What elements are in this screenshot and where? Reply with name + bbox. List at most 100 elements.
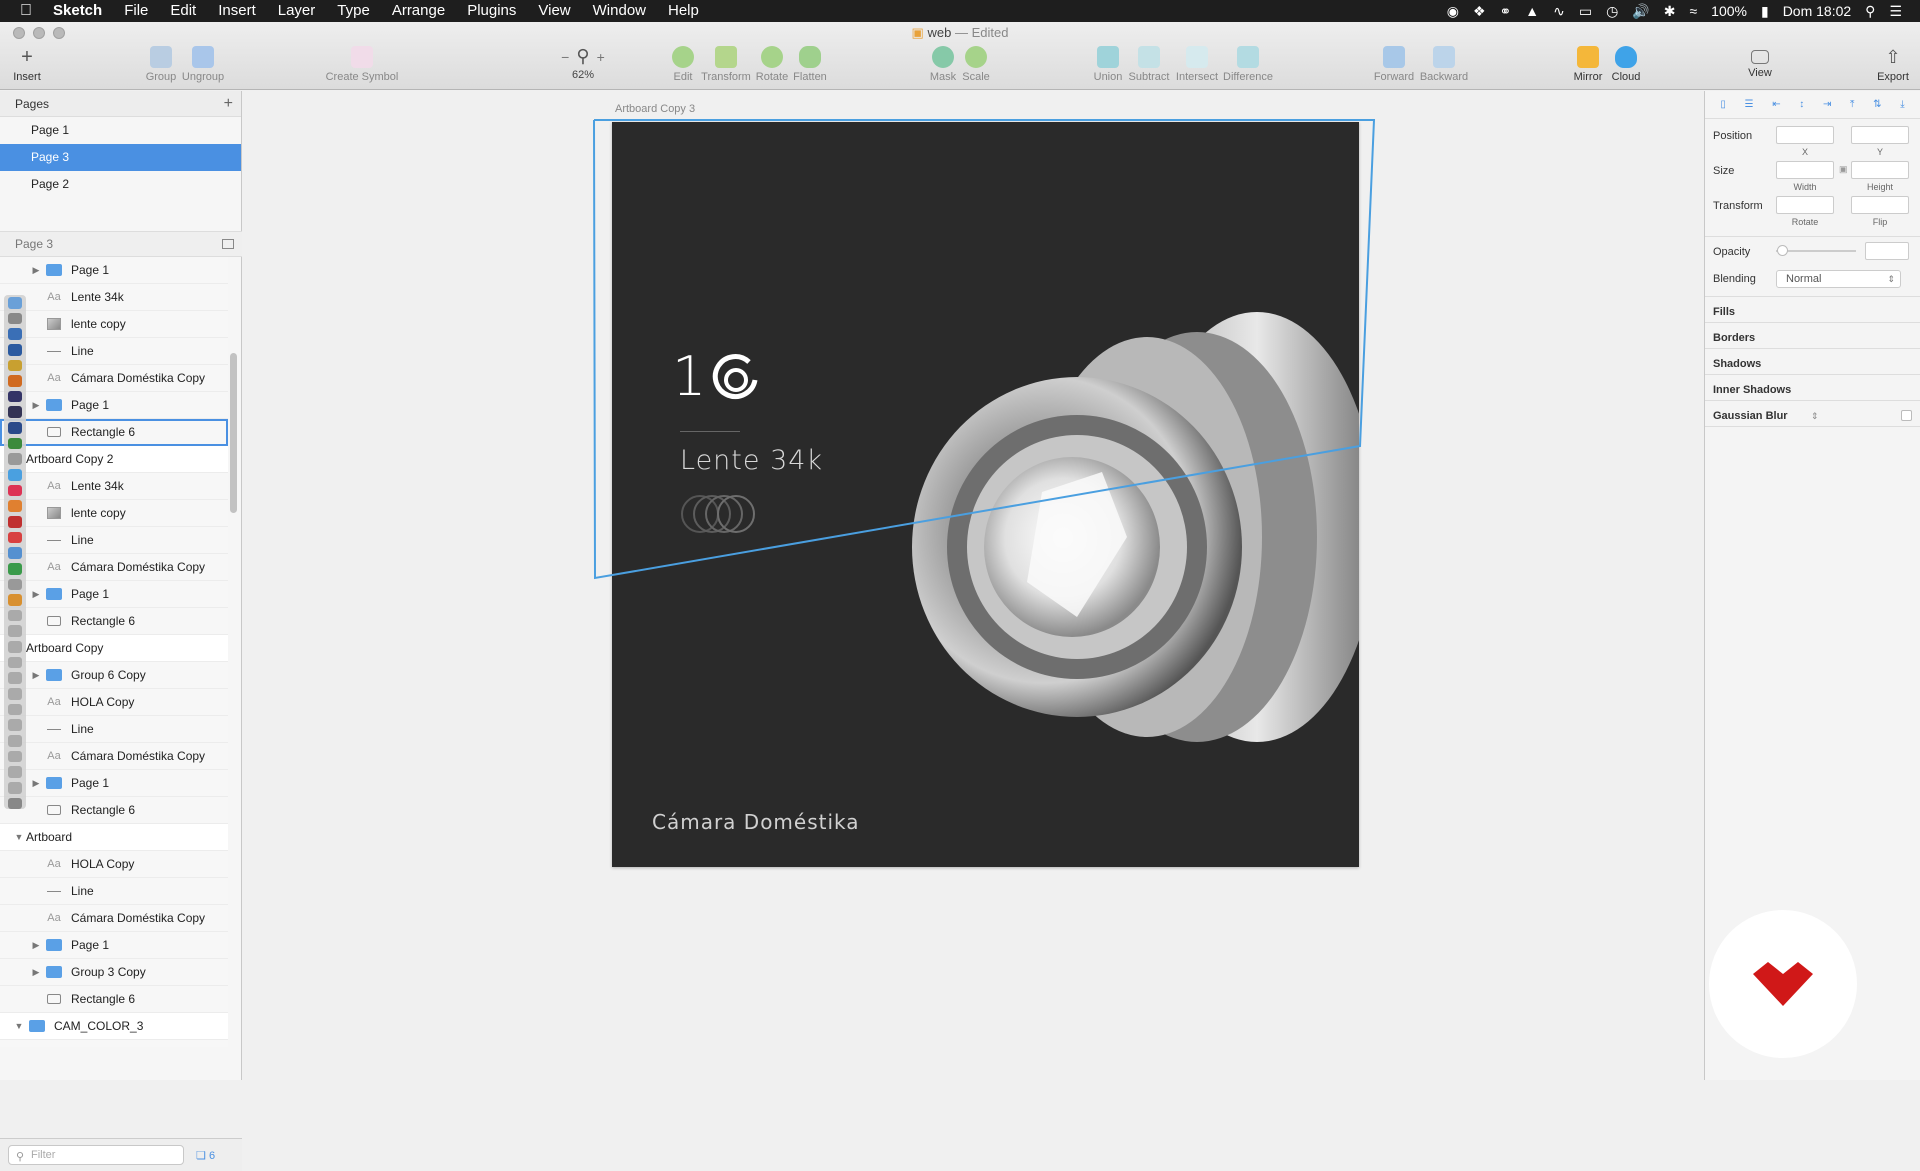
layer-row[interactable]: Rectangle 6 bbox=[0, 797, 228, 824]
page-item-page-3[interactable]: Page 3 bbox=[0, 144, 241, 171]
battery-percent[interactable]: 100% bbox=[1711, 3, 1747, 19]
layer-row[interactable]: AaCámara Doméstika Copy bbox=[0, 365, 228, 392]
gaussian-blur-section[interactable]: Gaussian Blur bbox=[1713, 410, 1788, 422]
bluetooth-icon[interactable]: ✱ bbox=[1664, 3, 1676, 20]
layer-row[interactable]: Rectangle 6 bbox=[0, 419, 228, 446]
dock-app-icon[interactable] bbox=[8, 625, 22, 637]
layer-list-scrollbar[interactable] bbox=[230, 353, 237, 513]
layer-row[interactable]: lente copy bbox=[0, 500, 228, 527]
zoom-in-button[interactable]: + bbox=[597, 49, 605, 65]
align-bottom-icon[interactable]: ⤓ bbox=[1900, 99, 1904, 110]
spotlight-icon[interactable]: ⚲ bbox=[1865, 3, 1875, 20]
wifi-icon[interactable]: ≈ bbox=[1689, 3, 1697, 19]
cloud-button[interactable]: Cloud bbox=[1591, 46, 1661, 83]
scale-button[interactable]: Scale bbox=[941, 46, 1011, 83]
dock-app-icon[interactable] bbox=[8, 594, 22, 606]
dock-app-icon[interactable] bbox=[8, 297, 22, 309]
record-icon[interactable]: ◉ bbox=[1447, 3, 1459, 20]
volume-icon[interactable]: 🔊 bbox=[1632, 3, 1649, 20]
dock-app-icon[interactable] bbox=[8, 782, 22, 794]
disclosure-open-icon[interactable]: ▼ bbox=[12, 1021, 26, 1031]
dock-app-icon[interactable] bbox=[8, 579, 22, 591]
distribute-h-icon[interactable]: ▯ bbox=[1720, 99, 1726, 110]
ungroup-button[interactable]: Ungroup bbox=[168, 46, 238, 83]
layer-row[interactable]: AaCámara Doméstika Copy bbox=[0, 554, 228, 581]
menu-edit[interactable]: Edit bbox=[159, 0, 207, 22]
dock-app-icon[interactable] bbox=[8, 672, 22, 684]
dock-app-icon[interactable] bbox=[8, 704, 22, 716]
align-middle-icon[interactable]: ⇅ bbox=[1873, 99, 1881, 110]
disclosure-closed-icon[interactable]: ▶ bbox=[29, 670, 43, 681]
menu-arrange[interactable]: Arrange bbox=[381, 0, 456, 22]
menu-layer[interactable]: Layer bbox=[267, 0, 327, 22]
layer-row[interactable]: AaCámara Doméstika Copy bbox=[0, 743, 228, 770]
difference-button[interactable]: Difference bbox=[1213, 46, 1283, 83]
layer-row[interactable]: AaCámara Doméstika Copy bbox=[0, 905, 228, 932]
width-input[interactable] bbox=[1776, 161, 1834, 179]
layer-row[interactable]: Line bbox=[0, 878, 228, 905]
dock-app-icon[interactable] bbox=[8, 657, 22, 669]
layer-row[interactable]: ▶Group 6 Copy bbox=[0, 662, 228, 689]
menu-help[interactable]: Help bbox=[657, 0, 710, 22]
menu-file[interactable]: File bbox=[113, 0, 159, 22]
layer-row[interactable]: ▼CAM_COLOR_3 bbox=[0, 1013, 228, 1040]
dock-app-icon[interactable] bbox=[8, 344, 22, 356]
menu-window[interactable]: Window bbox=[582, 0, 657, 22]
dock-app-icon[interactable] bbox=[8, 391, 22, 403]
dock-app-icon[interactable] bbox=[8, 719, 22, 731]
opacity-slider[interactable] bbox=[1776, 250, 1856, 252]
layer-row[interactable]: ▶Page 1 bbox=[0, 932, 228, 959]
menu-plugins[interactable]: Plugins bbox=[456, 0, 527, 22]
dock-app-icon[interactable] bbox=[8, 485, 22, 497]
disclosure-closed-icon[interactable]: ▶ bbox=[29, 967, 43, 978]
dropbox-icon[interactable]: ❖ bbox=[1473, 3, 1486, 20]
disclosure-open-icon[interactable]: ▼ bbox=[12, 832, 26, 842]
dock-app-icon[interactable] bbox=[8, 469, 22, 481]
disclosure-closed-icon[interactable]: ▶ bbox=[29, 265, 43, 276]
dock-app-icon[interactable] bbox=[8, 500, 22, 512]
opacity-slider-knob[interactable] bbox=[1777, 245, 1788, 256]
apple-menu-icon[interactable]:  bbox=[0, 0, 42, 22]
page-item-page-1[interactable]: Page 1 bbox=[0, 117, 241, 144]
dock-app-icon[interactable] bbox=[8, 798, 22, 810]
flatten-button[interactable]: Flatten bbox=[775, 46, 845, 83]
backward-button[interactable]: Backward bbox=[1409, 46, 1479, 83]
dock-app-icon[interactable] bbox=[8, 453, 22, 465]
drive-icon[interactable]: ▲ bbox=[1525, 3, 1539, 19]
dock-app-icon[interactable] bbox=[8, 438, 22, 450]
blending-select[interactable]: Normal ⇕ bbox=[1776, 270, 1901, 288]
view-button[interactable]: View bbox=[1725, 46, 1795, 79]
artboard-layer[interactable]: Artboard Copy bbox=[0, 635, 228, 662]
layer-row[interactable]: AaHOLA Copy bbox=[0, 689, 228, 716]
footer-title[interactable]: Cámara Doméstika bbox=[652, 810, 860, 834]
position-y-input[interactable] bbox=[1851, 126, 1909, 144]
layer-row[interactable]: AaLente 34k bbox=[0, 473, 228, 500]
artboard-label[interactable]: Artboard Copy 3 bbox=[615, 103, 695, 115]
chevron-updown-icon[interactable]: ⇕ bbox=[1811, 411, 1819, 422]
export-button[interactable]: ⇧Export bbox=[1858, 46, 1920, 83]
dock-app-icon[interactable] bbox=[8, 532, 22, 544]
layer-row[interactable]: ▶Page 1 bbox=[0, 770, 228, 797]
menu-insert[interactable]: Insert bbox=[207, 0, 267, 22]
app-menu[interactable]: Sketch bbox=[42, 0, 113, 22]
layer-row[interactable]: Line bbox=[0, 716, 228, 743]
clock[interactable]: Dom 18:02 bbox=[1783, 3, 1851, 19]
dock-app-icon[interactable] bbox=[8, 610, 22, 622]
borders-section[interactable]: Borders bbox=[1713, 332, 1755, 344]
layer-row[interactable]: ▶Page 1 bbox=[0, 392, 228, 419]
dock-app-icon[interactable] bbox=[8, 422, 22, 434]
layer-row[interactable]: Line bbox=[0, 338, 228, 365]
dock-app-icon[interactable] bbox=[8, 735, 22, 747]
filter-count[interactable]: ❏ 6 bbox=[196, 1149, 215, 1162]
airplay-icon[interactable]: ▭ bbox=[1579, 3, 1592, 20]
dock-app-icon[interactable] bbox=[8, 516, 22, 528]
zoom-out-button[interactable]: − bbox=[561, 49, 569, 65]
height-input[interactable] bbox=[1851, 161, 1909, 179]
dock-app-icon[interactable] bbox=[8, 751, 22, 763]
page-item-page-2[interactable]: Page 2 bbox=[0, 171, 241, 198]
add-page-button[interactable]: + bbox=[224, 95, 233, 113]
artboard-layer[interactable]: ▼Artboard bbox=[0, 824, 228, 851]
dock-app-icon[interactable] bbox=[8, 328, 22, 340]
disclosure-closed-icon[interactable]: ▶ bbox=[29, 778, 43, 789]
disclosure-closed-icon[interactable]: ▶ bbox=[29, 940, 43, 951]
